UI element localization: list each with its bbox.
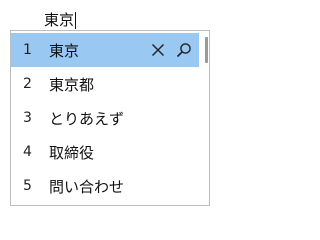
text-caret (75, 12, 77, 29)
candidate-number: 5 (23, 178, 32, 194)
composition-input[interactable]: 東京 (44, 9, 77, 31)
candidate-number: 3 (23, 110, 32, 126)
ime-candidate-window: 1 東京 2 東京都 3 とりあえず 4 取締役 5 問い合わせ (10, 30, 210, 206)
candidate-number: 2 (23, 76, 32, 92)
scrollbar-thumb[interactable] (205, 37, 208, 63)
candidate-item-1[interactable]: 1 東京 (11, 33, 199, 67)
composition-text: 東京 (44, 11, 75, 31)
candidate-text: 東京都 (49, 75, 95, 94)
candidate-text: 東京 (49, 41, 80, 60)
candidate-number: 1 (23, 42, 32, 58)
candidate-item-5[interactable]: 5 問い合わせ (11, 169, 209, 203)
candidate-item-3[interactable]: 3 とりあえず (11, 101, 209, 135)
close-icon[interactable] (149, 41, 167, 59)
search-icon[interactable] (175, 41, 193, 59)
candidate-text: 問い合わせ (49, 177, 125, 196)
candidate-text: 取締役 (49, 143, 95, 162)
candidate-item-4[interactable]: 4 取締役 (11, 135, 209, 169)
candidate-actions (149, 33, 193, 67)
candidate-text: とりあえず (49, 109, 125, 128)
candidate-item-2[interactable]: 2 東京都 (11, 67, 209, 101)
ime-stage: 東京 1 東京 2 東京都 3 とりあえず 4 取締役 5 問い合わせ (0, 0, 220, 220)
candidate-number: 4 (23, 144, 32, 160)
candidate-list: 1 東京 2 東京都 3 とりあえず 4 取締役 5 問い合わせ (11, 31, 209, 203)
